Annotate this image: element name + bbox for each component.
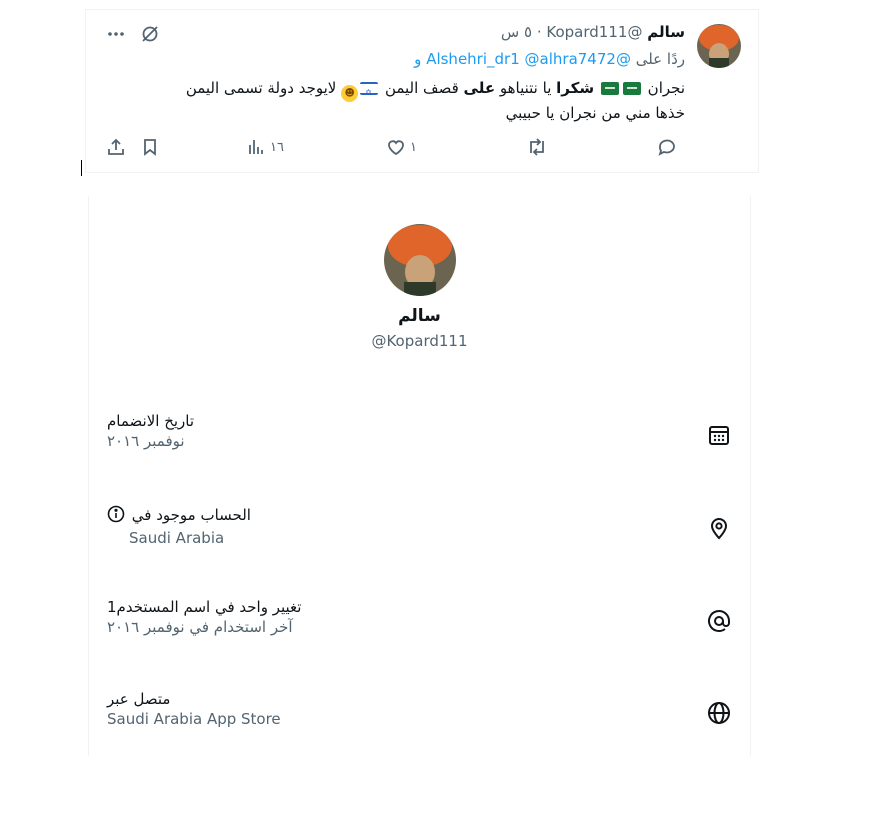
info-title: تغيير واحد في اسم المستخدم1 [107, 598, 302, 616]
saudi-flag-icon [622, 82, 641, 95]
share-icon [108, 138, 124, 155]
calendar-icon [706, 422, 732, 448]
info-row-joined: تاريخ الانضمام نوفمبر ٢٠١٦ [89, 412, 750, 472]
info-title-text: الحساب موجود في [131, 506, 251, 524]
tweet-text-line: خذها مني من نجران يا حبيبي [505, 104, 685, 122]
heart-icon [388, 140, 404, 156]
at-sign-icon [706, 608, 732, 634]
tweet-top-icons [106, 24, 160, 44]
share-button[interactable] [106, 137, 126, 157]
about-account-panel: سالم @Kopard111 تاريخ الانضمام نوفمبر ٢٠… [88, 196, 751, 756]
retweet-icon [530, 138, 544, 156]
info-text: الحساب موجود في Saudi Arabia [107, 505, 251, 547]
more-options-icon[interactable] [106, 24, 126, 44]
grinning-emoji-icon: ☻ [341, 85, 359, 102]
globe-icon [706, 700, 732, 726]
info-title: متصل عبر [107, 690, 171, 708]
info-row-location: الحساب موجود في Saudi Arabia [89, 505, 750, 565]
tweet-text-part: نجران [647, 79, 685, 97]
saudi-flag-icon [600, 82, 619, 95]
tweet-text-part: لايوجد دولة تسمى اليمن [185, 79, 337, 97]
profile-handle: @Kopard111 [371, 332, 468, 350]
tweet-header: سالم @Kopard111 · ٥ س [501, 23, 685, 41]
info-row-connected-via: متصل عبر Saudi Arabia App Store [89, 690, 750, 750]
reply-prefix: ردًا على [635, 50, 685, 68]
bookmark-button[interactable] [140, 137, 160, 157]
info-sub: آخر استخدام في نوفمبر ٢٠١٦ [107, 618, 293, 636]
tweet-author-name[interactable]: سالم [647, 23, 685, 41]
reply-button[interactable] [657, 137, 681, 157]
tweet-author-handle[interactable]: @Kopard111 [546, 23, 642, 41]
info-sub: Saudi Arabia [129, 529, 225, 547]
info-circle-icon[interactable] [107, 505, 125, 527]
tweet-text-bold: على [463, 79, 496, 97]
views-count: ١٦ [270, 139, 284, 155]
location-pin-icon [706, 515, 732, 541]
info-text: متصل عبر Saudi Arabia App Store [107, 690, 281, 728]
reply-icon [658, 139, 675, 156]
info-text: تاريخ الانضمام نوفمبر ٢٠١٦ [107, 412, 194, 450]
info-row-username-changes: تغيير واحد في اسم المستخدم1 آخر استخدام … [89, 598, 750, 658]
bookmark-icon [144, 139, 156, 156]
info-sub: Saudi Arabia App Store [107, 710, 281, 728]
israel-flag-icon [360, 82, 379, 104]
text-cursor [81, 160, 82, 176]
info-title: الحساب موجود في [107, 505, 251, 527]
retweet-button[interactable] [526, 137, 552, 157]
profile-avatar[interactable] [384, 224, 456, 296]
info-title: تاريخ الانضمام [107, 412, 195, 430]
tweet-card[interactable]: سالم @Kopard111 · ٥ س ردًا على @Alshehri… [85, 9, 759, 173]
views-button[interactable]: ١٦ [246, 137, 284, 157]
info-text: تغيير واحد في اسم المستخدم1 آخر استخدام … [107, 598, 301, 636]
tweet-text-part: يا نتنياهو [499, 79, 552, 97]
likes-count: ١ [410, 139, 417, 155]
tweet-time[interactable]: ٥ س [501, 23, 532, 41]
tweet-avatar[interactable] [697, 24, 741, 68]
tweet-text-part: قصف اليمن [384, 79, 459, 97]
reply-context: ردًا على @Alshehri_dr1 @alhra7472 و [414, 50, 685, 68]
tweet-text-bold: شكرا [556, 79, 595, 97]
mention-link[interactable]: @alhra7472 [525, 50, 616, 68]
grok-icon[interactable] [140, 24, 160, 44]
separator-dot: · [536, 23, 542, 41]
like-button[interactable]: ١ [386, 137, 417, 157]
tweet-actions: ١٦ ١ [106, 137, 686, 161]
analytics-icon [249, 140, 263, 154]
mention-and-more[interactable]: و [414, 50, 421, 68]
info-sub: نوفمبر ٢٠١٦ [107, 432, 185, 450]
tweet-text: نجران شكرا يا نتنياهو على قصف اليمن ☻ لا… [105, 77, 685, 124]
profile-name: سالم [398, 306, 441, 326]
